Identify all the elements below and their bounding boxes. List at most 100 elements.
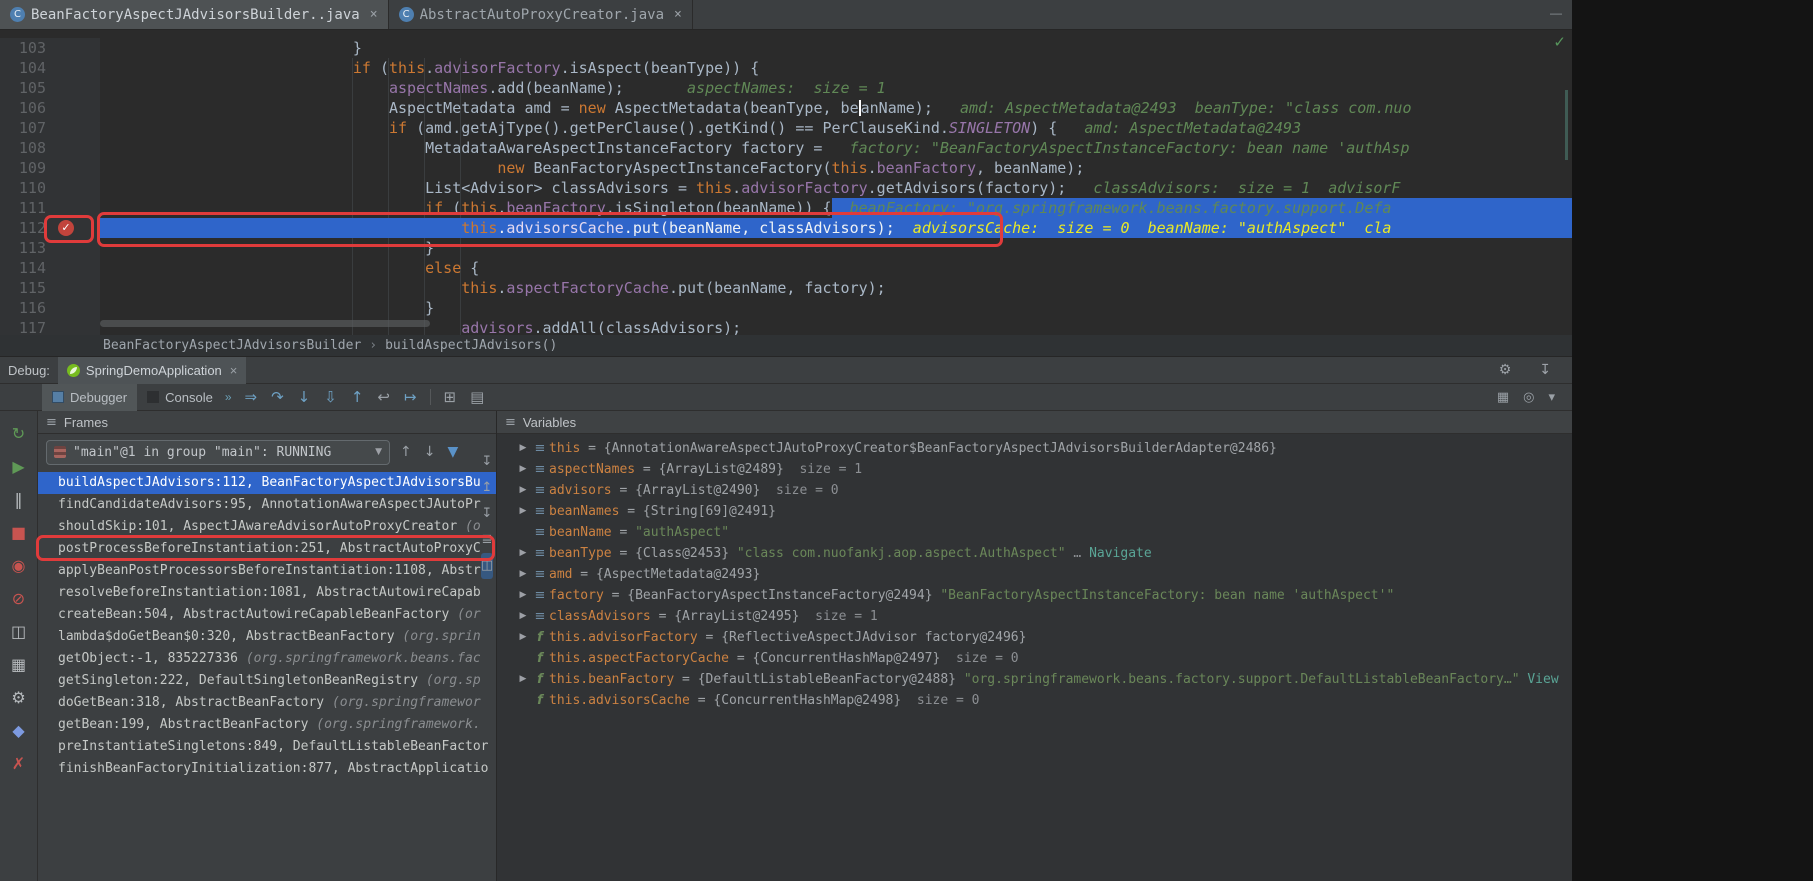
code-line[interactable]: 112 ✓ this. advisorsCache .put(beanName, cl… [0, 218, 1572, 238]
line-number[interactable]: 113 [0, 238, 100, 258]
variable-row[interactable]: f this.aspectFactoryCache = {ConcurrentHa… [497, 648, 1572, 669]
scroll-up-icon[interactable]: ↥ [482, 475, 493, 501]
variable-row[interactable]: ▶ ≡ factory = {BeanFactoryAspectInstanceFa… [497, 585, 1572, 606]
stack-frame[interactable]: createBean:504, AbstractAutowireCapableB… [38, 604, 496, 626]
editor-tab-beanfactory[interactable]: C BeanFactoryAspectJAdvisorsBuilder..jav… [0, 0, 389, 29]
stack-frame[interactable]: preInstantiateSingletons:849, DefaultLis… [38, 736, 496, 758]
line-number[interactable]: 111 [0, 198, 100, 218]
expand-arrow-icon[interactable]: ▶ [515, 543, 531, 564]
analyze-stacktrace-icon[interactable]: ◆ [12, 714, 24, 747]
variable-row[interactable]: ▶ ≡ classAdvisors = {ArrayList@2495} size … [497, 606, 1572, 627]
code-line[interactable]: 105 aspectNames .add(beanName); aspectNam… [0, 78, 1572, 98]
line-number[interactable]: 105 [0, 78, 100, 98]
breakpoint-icon[interactable]: ✓ [58, 220, 74, 236]
show-execution-point-icon[interactable]: ⇒ [238, 384, 265, 411]
line-number[interactable]: 103 [0, 38, 100, 58]
evaluate-expression-icon[interactable]: ⊞ [437, 384, 464, 411]
resume-program-icon[interactable]: ▶ [12, 450, 24, 483]
stack-frame[interactable]: postProcessBeforeInstantiation:251, Abst… [38, 538, 496, 560]
stack-frame[interactable]: getObject:-1, 835227336 (org.springframe… [38, 648, 496, 670]
code-line[interactable]: 109 new BeanFactoryAspectInstanceFactory… [0, 158, 1572, 178]
code-line[interactable]: 111 if (this. beanFactory .isSingleton(bea… [0, 198, 1572, 218]
line-number[interactable]: 116 [0, 298, 100, 318]
thread-selector[interactable]: "main"@1 in group "main": RUNNING ▼ [46, 439, 390, 465]
code-line[interactable]: 116 } [0, 298, 1572, 318]
close-tab-icon[interactable]: × [370, 7, 378, 22]
expand-arrow-icon[interactable]: ▶ [515, 459, 531, 480]
variable-row[interactable]: f this.advisorsCache = {ConcurrentHashMap… [497, 690, 1572, 711]
variable-row[interactable]: ▶ ≡ aspectNames = {ArrayList@2489} size = … [497, 459, 1572, 480]
variable-row[interactable]: ≡ beanName = "authAspect" [497, 522, 1572, 543]
pin-tab-icon[interactable]: ◎ [1516, 384, 1541, 411]
debug-settings-icon[interactable]: ⚙ [11, 681, 25, 714]
code-line[interactable]: 104 if (this. advisorFactory .isAspect(bea… [0, 58, 1572, 78]
code-line[interactable]: 114 else { [0, 258, 1572, 278]
editor-tab-abstractautoproxy[interactable]: C AbstractAutoProxyCreator.java × [389, 0, 693, 29]
line-number[interactable]: 115 [0, 278, 100, 298]
expand-arrow-icon[interactable]: ▶ [515, 606, 531, 627]
scroll-down-icon[interactable]: ↧ [482, 501, 493, 527]
stop-icon[interactable]: ■ [11, 516, 26, 549]
thread-dump-icon[interactable]: ◫ [11, 615, 26, 648]
line-number[interactable]: 109 [0, 158, 100, 178]
variable-row[interactable]: ▶ ≡ beanType = {Class@2453} "class com.nuo… [497, 543, 1572, 564]
line-number[interactable]: 114 [0, 258, 100, 278]
close-debug-icon[interactable]: ✗ [12, 747, 25, 780]
pause-program-icon[interactable]: ‖ [15, 483, 23, 516]
expand-arrow-icon[interactable]: ▶ [515, 564, 531, 585]
line-number[interactable]: 106 [0, 98, 100, 118]
hide-tabs-icon[interactable]: — [1550, 6, 1562, 20]
code-line[interactable]: 103 } [0, 38, 1572, 58]
expand-arrow-icon[interactable]: ▶ [515, 480, 531, 501]
stack-frame[interactable]: findCandidateAdvisors:95, AnnotationAwar… [38, 494, 496, 516]
expand-arrow-icon[interactable]: ▶ [515, 669, 531, 690]
stack-frame[interactable]: buildAspectJAdvisors:112, BeanFactoryAsp… [38, 472, 496, 494]
stack-frame[interactable]: getBean:199, AbstractBeanFactory (org.sp… [38, 714, 496, 736]
stack-frame[interactable]: applyBeanPostProcessorsBeforeInstantiati… [38, 560, 496, 582]
restore-layout-icon[interactable]: ▦ [11, 648, 26, 681]
expand-arrow-icon[interactable]: ▶ [515, 585, 531, 606]
variable-row[interactable]: ▶ ≡ this = {AnnotationAwareAspectJAutoProx… [497, 438, 1572, 459]
line-number[interactable]: 107 [0, 118, 100, 138]
tab-console[interactable]: Console [137, 384, 223, 411]
code-line[interactable]: 115 this. aspectFactoryCache .put(beanName… [0, 278, 1572, 298]
breadcrumb-class[interactable]: BeanFactoryAspectJAdvisorsBuilder [103, 338, 361, 353]
settings-gear-icon[interactable]: ⚙ [1492, 357, 1519, 384]
line-number[interactable]: 112 ✓ [0, 218, 100, 238]
next-frame-icon[interactable]: ↓ [418, 439, 442, 466]
console-output-icon[interactable]: » [225, 390, 232, 404]
variable-row[interactable]: ▶ ≡ advisors = {ArrayList@2490} size = 0 [497, 480, 1572, 501]
close-tab-icon[interactable]: × [674, 7, 682, 22]
run-to-cursor-icon[interactable]: ↦ [397, 384, 424, 411]
layout-settings-icon[interactable]: ▦ [1490, 384, 1516, 411]
filter-frames-icon[interactable]: ▼ [441, 439, 464, 466]
frames-options-icon[interactable]: ≣ [482, 527, 493, 553]
horizontal-scrollbar[interactable] [100, 320, 430, 327]
snapshot-icon[interactable]: ◫ [480, 553, 494, 579]
code-line[interactable]: 107 if (amd.getAjType().getPerClause().g… [0, 118, 1572, 138]
code-line[interactable]: 110 List<Advisor> classAdvisors = this. a… [0, 178, 1572, 198]
drop-frame-icon[interactable]: ↩ [370, 384, 397, 411]
prev-frame-icon[interactable]: ↑ [394, 439, 418, 466]
variable-row[interactable]: ▶ ≡ beanNames = {String[69]@2491} [497, 501, 1572, 522]
line-number[interactable]: 108 [0, 138, 100, 158]
variable-row[interactable]: ▶ f this.advisorFactory = {ReflectiveAspec… [497, 627, 1572, 648]
expand-arrow-icon[interactable]: ▶ [515, 627, 531, 648]
line-number[interactable]: 104 [0, 58, 100, 78]
force-step-into-icon[interactable]: ⇩ [317, 384, 344, 411]
close-session-icon[interactable]: × [230, 363, 238, 378]
view-breakpoints-icon[interactable]: ◉ [12, 549, 26, 582]
stack-frame[interactable]: doGetBean:318, AbstractBeanFactory (org.… [38, 692, 496, 714]
variable-row[interactable]: ▶ f this.beanFactory = {DefaultListableBea… [497, 669, 1572, 690]
inspections-ok-icon[interactable]: ✓ [1553, 32, 1566, 52]
collapse-panel-icon[interactable]: ↧ [1532, 357, 1558, 384]
chevron-down-icon[interactable]: ▼ [375, 447, 382, 457]
code-line[interactable]: 108 MetadataAwareAspectInstanceFactory f… [0, 138, 1572, 158]
expand-arrow-icon[interactable]: ▶ [515, 501, 531, 522]
expand-arrow-icon[interactable]: ▶ [515, 438, 531, 459]
step-out-icon[interactable]: ↑ [344, 384, 371, 411]
stack-frame[interactable]: getSingleton:222, DefaultSingletonBeanRe… [38, 670, 496, 692]
step-into-icon[interactable]: ↓ [291, 384, 318, 411]
hide-toolbar-icon[interactable]: ▾ [1541, 384, 1562, 411]
run-config-tab[interactable]: SpringDemoApplication × [57, 356, 247, 384]
